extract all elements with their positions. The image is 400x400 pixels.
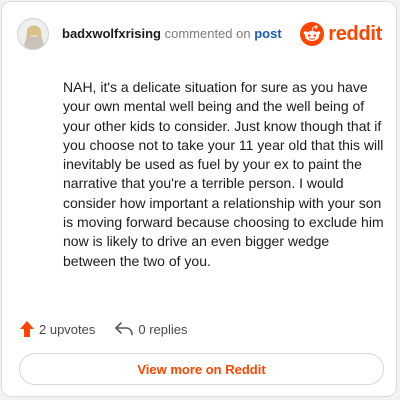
view-more-button[interactable]: View more on Reddit	[19, 353, 384, 385]
comment-meta: badxwolfxrising commented on post	[62, 26, 282, 42]
reddit-logo[interactable]: reddit	[300, 22, 382, 46]
comment-embed-card: badxwolfxrising commented on post reddit…	[1, 1, 397, 397]
comment-body: NAH, it's a delicate situation for sure …	[63, 79, 384, 269]
replies-count: 0 replies	[138, 321, 188, 337]
username-link[interactable]: badxwolfxrising	[62, 26, 161, 41]
avatar[interactable]	[17, 18, 49, 50]
brand-name: reddit	[328, 22, 382, 45]
action-text: commented on	[164, 26, 251, 41]
comment-footer: 2 upvotes 0 replies	[20, 318, 188, 340]
reddit-snoo-icon	[300, 22, 325, 46]
upvotes-stat[interactable]: 2 upvotes	[20, 321, 95, 337]
comment-header: badxwolfxrising commented on post reddit	[17, 17, 382, 51]
reply-arrow-icon	[115, 322, 134, 336]
upvotes-count: 2 upvotes	[39, 321, 96, 337]
upvote-arrow-icon	[20, 321, 34, 337]
post-link[interactable]: post	[254, 26, 281, 41]
replies-stat[interactable]: 0 replies	[115, 321, 188, 337]
avatar-image	[18, 19, 48, 49]
